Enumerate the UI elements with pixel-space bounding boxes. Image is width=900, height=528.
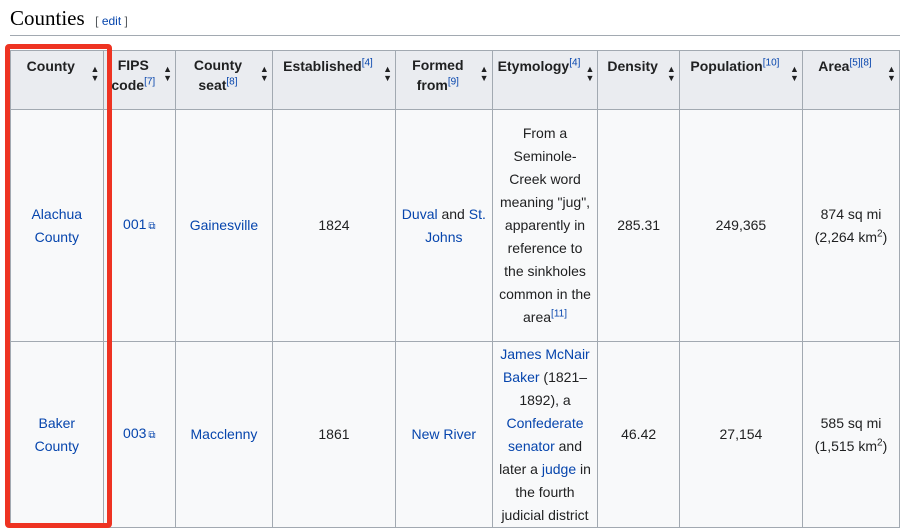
population-cell: 249,365 — [678, 109, 804, 342]
edit-section: [ edit ] — [95, 14, 128, 28]
seat-cell: Gainesville — [175, 109, 273, 342]
sort-arrows-icon[interactable]: ▲ ▼ — [480, 65, 489, 83]
sort-arrows-icon[interactable]: ▲ ▼ — [91, 65, 100, 83]
county-link[interactable]: Baker County — [35, 415, 79, 454]
sort-arrows-icon[interactable]: ▲ ▼ — [667, 65, 676, 83]
table-row: Alachua County 001 ⧉ Gainesville 1824 Duv… — [10, 109, 900, 342]
col-population[interactable]: Population[10] ▲ ▼ — [678, 50, 804, 110]
table-row: Baker County 003 ⧉ Macclenny 1861 New Riv… — [10, 341, 900, 528]
fips-cell: 001 ⧉ — [102, 109, 177, 342]
ref-link[interactable]: [7] — [144, 76, 155, 87]
formed-from-cell: New River — [395, 341, 493, 528]
county-cell: Alachua County — [10, 109, 104, 342]
county-link[interactable]: Alachua County — [31, 206, 82, 245]
seat-link[interactable]: Gainesville — [190, 217, 258, 233]
col-fips[interactable]: FIPS code[7] ▲ ▼ — [102, 50, 177, 110]
seat-cell: Macclenny — [175, 341, 273, 528]
formed-from-link[interactable]: Duval — [402, 206, 438, 222]
col-formed-from[interactable]: Formed from[9] ▲ ▼ — [395, 50, 493, 110]
formed-from-link[interactable]: New River — [412, 426, 477, 442]
established-cell: 1861 — [271, 341, 397, 528]
external-link-icon: ⧉ — [148, 430, 156, 441]
etymology-cell: James McNair Baker (1821–1892), a Confed… — [491, 341, 599, 528]
col-area[interactable]: Area[5][8] ▲ ▼ — [802, 50, 900, 110]
etymology-link[interactable]: judge — [542, 461, 576, 477]
section-title: Counties — [10, 6, 85, 30]
ref-link[interactable]: [4] — [362, 57, 373, 68]
density-cell: 46.42 — [597, 341, 680, 528]
sort-arrows-icon[interactable]: ▲ ▼ — [585, 65, 594, 83]
sort-arrows-icon[interactable]: ▲ ▼ — [790, 65, 799, 83]
seat-link[interactable]: Macclenny — [191, 426, 258, 442]
population-cell: 27,154 — [678, 341, 804, 528]
external-link-icon: ⧉ — [148, 221, 156, 232]
area-cell: 585 sq mi (1,515 km2) — [802, 341, 900, 528]
ref-link[interactable]: [8] — [226, 76, 237, 87]
ref-link[interactable]: [4] — [569, 57, 580, 68]
header-row: County ▲ ▼ FIPS code[7] ▲ ▼ County seat[8] ▲ ▼… — [10, 50, 900, 110]
col-established[interactable]: Established[4] ▲ ▼ — [271, 50, 397, 110]
formed-from-cell: Duval and St. Johns — [395, 109, 493, 342]
fips-link[interactable]: 001 — [123, 216, 146, 232]
col-density[interactable]: Density ▲ ▼ — [597, 50, 680, 110]
area-cell: 874 sq mi (2,264 km2) — [802, 109, 900, 342]
ref-link[interactable]: [9] — [448, 76, 459, 87]
sort-arrows-icon[interactable]: ▲ ▼ — [383, 65, 392, 83]
etymology-cell: From a Seminole-Creek word meaning "jug"… — [491, 109, 599, 342]
fips-cell: 003 ⧉ — [102, 341, 177, 528]
sort-arrows-icon[interactable]: ▲ ▼ — [163, 65, 172, 83]
established-cell: 1824 — [271, 109, 397, 342]
ref-link[interactable]: [10] — [763, 57, 780, 68]
ref-link[interactable]: [11] — [551, 308, 567, 319]
fips-link[interactable]: 003 — [123, 425, 146, 441]
counties-table: County ▲ ▼ FIPS code[7] ▲ ▼ County seat[8] ▲ ▼… — [10, 50, 900, 528]
density-cell: 285.31 — [597, 109, 680, 342]
county-cell: Baker County — [10, 341, 104, 528]
sort-arrows-icon[interactable]: ▲ ▼ — [260, 65, 269, 83]
col-county-seat[interactable]: County seat[8] ▲ ▼ — [175, 50, 273, 110]
section-heading: Counties [ edit ] — [10, 6, 900, 36]
col-county[interactable]: County ▲ ▼ — [10, 50, 104, 110]
edit-link[interactable]: edit — [102, 14, 121, 28]
ref-link[interactable]: [5][8] — [849, 57, 871, 68]
col-etymology[interactable]: Etymology[4] ▲ ▼ — [491, 50, 599, 110]
sort-arrows-icon[interactable]: ▲ ▼ — [887, 65, 896, 83]
